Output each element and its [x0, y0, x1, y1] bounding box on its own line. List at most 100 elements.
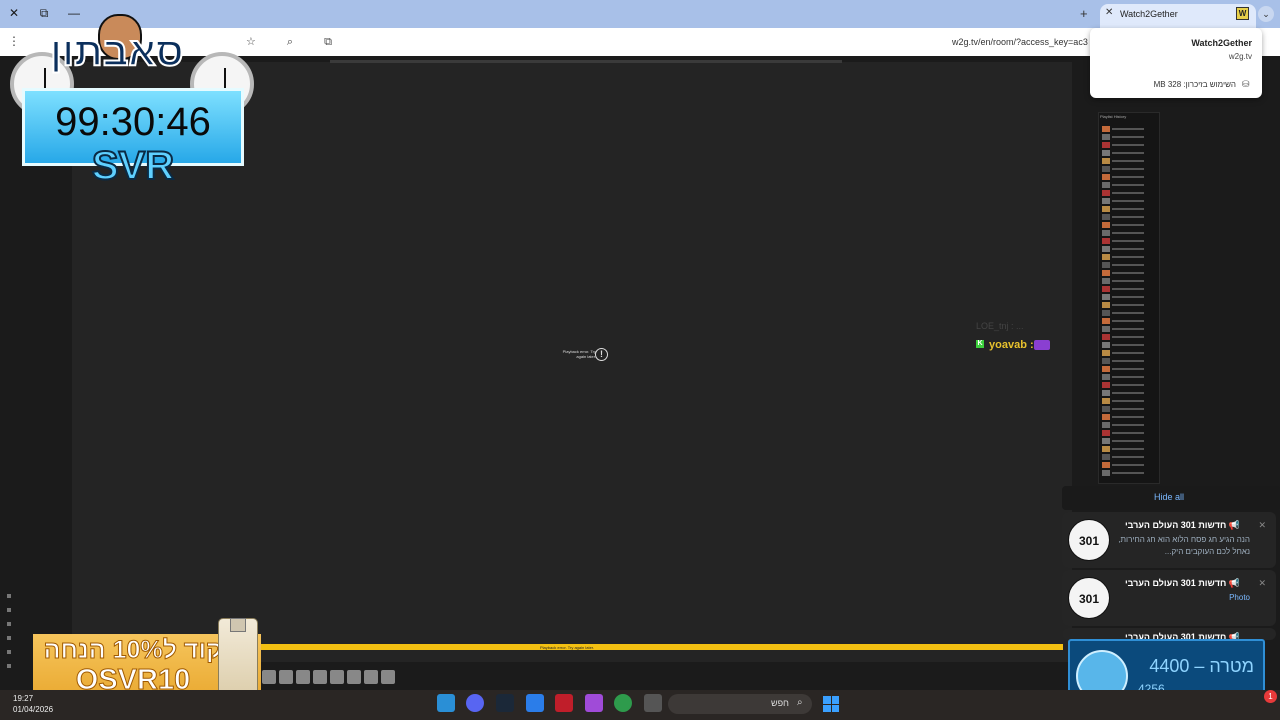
playlist-item[interactable]: [1102, 294, 1152, 300]
tab-search-menu-button[interactable]: ⌄: [1258, 6, 1274, 22]
playlist-item[interactable]: [1102, 398, 1152, 404]
playlist-item[interactable]: [1102, 150, 1152, 156]
playlist-item[interactable]: [1102, 166, 1152, 172]
playlist-thumbnail: [1102, 390, 1110, 396]
app-purple-icon[interactable]: [585, 694, 603, 712]
playlist-item[interactable]: [1102, 158, 1152, 164]
steam-icon[interactable]: [496, 694, 514, 712]
playlist-thumbnail: [1102, 278, 1110, 284]
playlist-item[interactable]: [1102, 182, 1152, 188]
playlist-item[interactable]: [1102, 414, 1152, 420]
window-minimize-button[interactable]: —: [64, 6, 84, 20]
playlist-item[interactable]: [1102, 366, 1152, 372]
strip-thumbnail: [313, 670, 327, 684]
playlist-item[interactable]: [1102, 438, 1152, 444]
notepad-icon[interactable]: [526, 694, 544, 712]
taskbar-search-input[interactable]: [668, 694, 812, 714]
taskbar-time[interactable]: 19:27: [13, 694, 33, 703]
windows-start-icon[interactable]: [823, 696, 839, 712]
playlist-item[interactable]: [1102, 198, 1152, 204]
playlist-item[interactable]: [1102, 230, 1152, 236]
hover-card-memory: השימוש בזיכרון: 328 MB: [1153, 80, 1236, 89]
playlist-item-title: [1112, 224, 1144, 226]
hover-card-title: Watch2Gether: [1191, 38, 1252, 48]
playlist-item[interactable]: [1102, 222, 1152, 228]
playlist-thumbnail: [1102, 214, 1110, 220]
strip-thumbnail: [296, 670, 310, 684]
playlist-item[interactable]: [1102, 206, 1152, 212]
side-toolbar[interactable]: [4, 590, 14, 686]
playlist-item-title: [1112, 272, 1144, 274]
playlist-item[interactable]: [1102, 470, 1152, 476]
playlist-item-title: [1112, 208, 1144, 210]
notification-card[interactable]: 301 📢 חדשות 301 העולם הערבי הנה הגיע חג …: [1062, 512, 1276, 568]
strip-thumbnail: [381, 670, 395, 684]
playlist-item[interactable]: [1102, 334, 1152, 340]
playlist-item[interactable]: [1102, 134, 1152, 140]
playlist-item-title: [1112, 384, 1144, 386]
playlist-item[interactable]: [1102, 406, 1152, 412]
url-field[interactable]: w2g.tv/en/room/?access_key=ac3: [952, 37, 1088, 47]
playlist-item[interactable]: [1102, 238, 1152, 244]
playlist-item[interactable]: [1102, 430, 1152, 436]
playlist-item[interactable]: [1102, 326, 1152, 332]
playlist-thumbnail: [1102, 326, 1110, 332]
playlist-item[interactable]: [1102, 318, 1152, 324]
notification-badge[interactable]: 1: [1264, 690, 1277, 703]
playlist-item[interactable]: [1102, 254, 1152, 260]
playlist-item[interactable]: [1102, 382, 1152, 388]
notification-card[interactable]: 301 📢 חדשות 301 העולם הערבי Photo ✕: [1062, 570, 1276, 626]
playlist-thumbnail: [1102, 318, 1110, 324]
playlist-item[interactable]: [1102, 246, 1152, 252]
playlist-item[interactable]: [1102, 214, 1152, 220]
channel-avatar: 301: [1068, 519, 1110, 561]
playlist-item-title: [1112, 408, 1144, 410]
playlist-item[interactable]: [1102, 270, 1152, 276]
playlist-item-title: [1112, 336, 1144, 338]
playlist-item[interactable]: [1102, 374, 1152, 380]
playlist-thumbnail: [1102, 350, 1110, 356]
playlist-item[interactable]: [1102, 446, 1152, 452]
playlist-item[interactable]: [1102, 142, 1152, 148]
playlist-tabs[interactable]: Playlist History: [1100, 114, 1158, 122]
playlist-item-title: [1112, 328, 1144, 330]
playlist-item[interactable]: [1102, 286, 1152, 292]
playlist-item[interactable]: [1102, 358, 1152, 364]
address-bar-icons[interactable]: ☆ ⌕ ⧉: [246, 35, 346, 49]
playlist-thumbnail: [1102, 270, 1110, 276]
chat-emote-icon: [1034, 340, 1050, 350]
playlist-item[interactable]: [1102, 454, 1152, 460]
playlist-item[interactable]: [1102, 310, 1152, 316]
browser-menu-icon[interactable]: ⋮: [8, 34, 20, 48]
playlist-item[interactable]: [1102, 462, 1152, 468]
playlist-item[interactable]: [1102, 126, 1152, 132]
memory-icon: ⛁: [1242, 79, 1250, 89]
chrome-icon[interactable]: [614, 694, 632, 712]
playlist-item[interactable]: [1102, 422, 1152, 428]
close-icon[interactable]: ✕: [1258, 578, 1266, 589]
window-close-button[interactable]: ✕: [4, 6, 24, 20]
app-red-icon[interactable]: [555, 694, 573, 712]
discord-icon[interactable]: [466, 694, 484, 712]
playlist-item[interactable]: [1102, 174, 1152, 180]
strip-thumbnail: [279, 670, 293, 684]
window-restore-button[interactable]: ⧉: [34, 6, 54, 21]
playlist-item[interactable]: [1102, 302, 1152, 308]
playlist-thumbnail: [1102, 302, 1110, 308]
playlist-item[interactable]: [1102, 350, 1152, 356]
playlist-item[interactable]: [1102, 278, 1152, 284]
file-explorer-icon[interactable]: [644, 694, 662, 712]
playlist-item[interactable]: [1102, 262, 1152, 268]
playlist-thumbnail: [1102, 166, 1110, 172]
tab-close-icon[interactable]: ✕: [1105, 7, 1113, 18]
taskbar-date[interactable]: 01/04/2026: [13, 705, 53, 714]
playlist-item[interactable]: [1102, 342, 1152, 348]
close-icon[interactable]: ✕: [1258, 520, 1266, 531]
hide-all-label[interactable]: Hide all: [1062, 492, 1276, 502]
playlist-item-title: [1112, 280, 1144, 282]
playlist-thumbnail: [1102, 134, 1110, 140]
new-tab-button[interactable]: +: [1080, 6, 1088, 21]
playlist-item[interactable]: [1102, 390, 1152, 396]
playlist-item[interactable]: [1102, 190, 1152, 196]
telegram-icon[interactable]: [437, 694, 455, 712]
